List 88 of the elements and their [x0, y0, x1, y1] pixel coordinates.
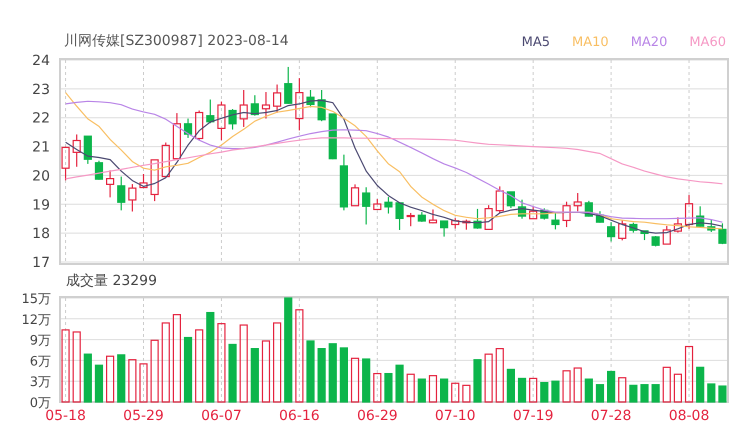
candlestick — [139, 174, 148, 188]
axis-label: 20 — [32, 168, 50, 184]
candlestick — [518, 200, 526, 219]
date-label: 06-29 — [356, 408, 398, 424]
candlestick — [94, 160, 104, 180]
candlestick — [162, 142, 170, 178]
axis-label: 21 — [32, 140, 50, 156]
candlestick — [718, 223, 727, 244]
legend-label: MA5 — [522, 35, 550, 50]
candlestick — [273, 84, 282, 113]
axis-label: 0万 — [30, 396, 51, 411]
candlestick — [428, 209, 438, 224]
candlestick — [72, 134, 81, 167]
axis-label: 6万 — [30, 354, 51, 370]
candlestick — [106, 170, 114, 198]
axis-label: 12万 — [21, 312, 51, 328]
candlestick — [384, 197, 393, 214]
axis-label: 24 — [32, 53, 50, 69]
axis-label: 17 — [32, 255, 50, 270]
candlestick — [340, 154, 348, 210]
candlestick — [373, 199, 382, 210]
candlestick — [551, 214, 560, 230]
legend-label: MA10 — [572, 35, 609, 50]
candlestick — [195, 110, 204, 140]
candlestick — [240, 90, 248, 127]
candlestick — [350, 184, 360, 206]
legend-label: MA20 — [630, 35, 668, 50]
candlestick — [629, 222, 638, 233]
candlestick — [652, 236, 660, 246]
candlestick — [262, 92, 270, 119]
chart-title: 川网传媒[SZ300987] 2023-08-14 — [64, 32, 289, 50]
axis-label: 19 — [32, 197, 50, 214]
candlestick — [696, 206, 704, 228]
candlestick — [662, 226, 671, 245]
date-label: 05-29 — [123, 408, 164, 424]
candlestick — [640, 230, 649, 240]
candlestick — [596, 211, 604, 223]
candlestick — [61, 146, 70, 180]
candlestick — [328, 113, 337, 160]
candlestick — [362, 187, 370, 224]
candlestick — [184, 118, 192, 138]
date-label: 06-16 — [279, 408, 320, 424]
candlestick — [284, 66, 292, 104]
candlestick — [540, 208, 548, 220]
candlestick — [618, 220, 626, 240]
date-label: 07-10 — [434, 408, 476, 424]
candlestick — [128, 184, 136, 212]
candlestick — [150, 159, 159, 202]
candlestick — [228, 109, 237, 130]
candlestick — [395, 202, 404, 230]
candlestick — [473, 208, 482, 229]
candlestick — [418, 212, 426, 222]
candlestick — [607, 222, 616, 242]
candlestick — [250, 95, 259, 116]
candlestick — [674, 217, 682, 233]
candlestick — [84, 136, 92, 164]
axis-label: 15万 — [21, 292, 51, 307]
date-label: 06-07 — [201, 408, 242, 424]
candlestick — [172, 113, 181, 160]
candlestick — [440, 220, 448, 237]
date-label: 07-28 — [590, 408, 632, 424]
candlestick — [451, 218, 460, 229]
date-label: 07-19 — [512, 408, 554, 424]
candlestick — [529, 206, 538, 220]
axis-label: 22 — [32, 110, 50, 127]
candlestick — [406, 212, 415, 226]
axis-label: 3万 — [30, 375, 51, 390]
candlestick — [574, 193, 582, 212]
axis-label: 23 — [32, 82, 50, 98]
candlestick — [496, 186, 504, 213]
axis-label: 9万 — [30, 334, 51, 349]
legend-label: MA60 — [689, 35, 726, 50]
candlestick — [506, 191, 515, 208]
candlestick — [117, 176, 126, 210]
candlestick — [295, 78, 304, 130]
candlestick — [462, 220, 470, 230]
candlestick — [684, 195, 694, 229]
axis-label: 18 — [32, 226, 50, 242]
candlestick — [707, 220, 716, 232]
candlestick — [306, 90, 315, 108]
candlestick — [484, 205, 493, 230]
candlestick — [217, 102, 226, 140]
candlestick — [562, 202, 571, 228]
date-label: 05-18 — [45, 408, 86, 424]
volume-title: 成交量 23299 — [66, 273, 157, 289]
date-label: 08-08 — [668, 408, 710, 424]
candlestick — [206, 100, 214, 124]
candlestick — [318, 90, 326, 122]
